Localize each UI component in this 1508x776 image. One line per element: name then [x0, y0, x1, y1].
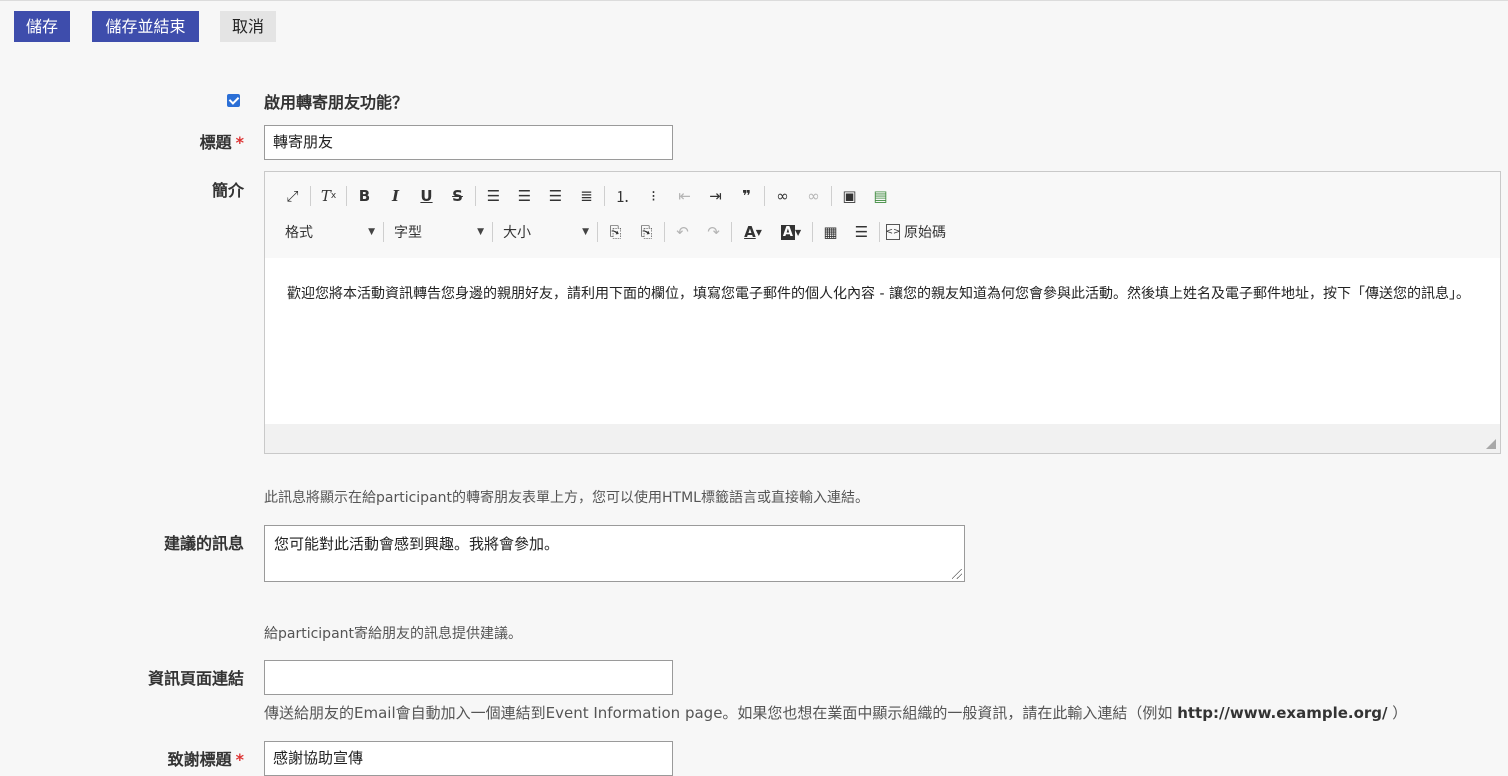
save-and-close-button[interactable]: 儲存並結束: [92, 11, 199, 42]
title-label-text: 標題: [199, 133, 232, 152]
enable-tell-friend-checkbox[interactable]: [227, 94, 240, 107]
editor-content-text[interactable]: 歡迎您將本活動資訊轉告您身邊的親朋好友，請利用下面的欄位，填寫您電子郵件的個人化…: [287, 282, 1482, 306]
paste-word-icon[interactable]: ⎘: [631, 218, 662, 246]
toolbar-separator: [664, 222, 665, 242]
bulleted-list-icon[interactable]: ⁝: [638, 182, 669, 210]
info-link-label: 資訊頁面連結: [147, 669, 244, 688]
outdent-icon[interactable]: ⇤: [669, 182, 700, 210]
suggested-message-textarea[interactable]: 您可能對此活動會感到興趣。我將會參加。: [264, 525, 965, 582]
align-justify-icon[interactable]: ≣: [571, 182, 602, 210]
format-dropdown-label: 格式: [285, 225, 313, 241]
chevron-down-icon: ▼: [477, 227, 484, 237]
size-dropdown-label: 大小: [503, 225, 531, 241]
toolbar-separator: [492, 222, 493, 242]
format-dropdown[interactable]: 格式 ▼: [277, 219, 381, 245]
top-divider: [0, 0, 1508, 1]
suggested-message-help-text: 給participant寄給朋友的訊息提供建議。: [264, 626, 523, 642]
italic-icon[interactable]: I: [380, 182, 411, 210]
undo-icon[interactable]: ↶: [667, 218, 698, 246]
underline-icon[interactable]: U: [411, 182, 442, 210]
required-mark: *: [235, 750, 244, 769]
toolbar-separator: [879, 222, 880, 242]
background-color-icon[interactable]: A ▼: [772, 218, 810, 246]
indent-icon[interactable]: ⇥: [700, 182, 731, 210]
toolbar-separator: [604, 186, 605, 206]
unlink-icon[interactable]: ∞: [798, 182, 829, 210]
suggested-message-value: 您可能對此活動會感到興趣。我將會參加。: [274, 535, 560, 553]
textarea-resize-icon[interactable]: [952, 569, 962, 579]
info-link-input[interactable]: [264, 660, 673, 695]
toolbar-separator: [597, 222, 598, 242]
table-icon[interactable]: ▦: [815, 218, 846, 246]
chevron-down-icon: ▼: [368, 227, 375, 237]
save-button[interactable]: 儲存: [14, 11, 70, 42]
toolbar-separator: [310, 186, 311, 206]
align-right-icon[interactable]: ☰: [540, 182, 571, 210]
editor-toolbar-row-1: ⤢ Tx B I U S ☰ ☰ ☰ ≣ ⒈ ⁝ ⇤ ⇥ ❞ ∞ ∞ ▣ ▤: [277, 182, 896, 210]
toolbar-separator: [346, 186, 347, 206]
resize-handle-icon[interactable]: [1486, 439, 1496, 449]
source-icon: <>: [885, 224, 901, 240]
text-color-icon[interactable]: A ▼: [734, 218, 772, 246]
image-icon[interactable]: ▣: [834, 182, 865, 210]
toolbar-separator: [731, 222, 732, 242]
toolbar-separator: [475, 186, 476, 206]
media-icon[interactable]: ▤: [865, 182, 896, 210]
editor-toolbar: ⤢ Tx B I U S ☰ ☰ ☰ ≣ ⒈ ⁝ ⇤ ⇥ ❞ ∞ ∞ ▣ ▤ 格…: [265, 172, 1500, 259]
editor-status-bar: [265, 424, 1500, 453]
info-link-help-prefix: 傳送給朋友的Email會自動加入一個連結到Event Information p…: [264, 704, 1178, 722]
enable-tell-friend-label: 啟用轉寄朋友功能？: [264, 93, 409, 112]
source-button[interactable]: <> 原始碼: [882, 222, 950, 242]
blockquote-icon[interactable]: ❞: [731, 182, 762, 210]
editor-toolbar-row-2: 格式 ▼ 字型 ▼ 大小 ▼ ⎘ ⎘ ↶ ↷ A ▼ A ▼ ▦ ☰ <> 原始…: [277, 218, 950, 246]
thanks-title-label-text: 致謝標題: [167, 750, 232, 769]
info-link-help-suffix: ）: [1387, 704, 1408, 722]
font-dropdown-label: 字型: [394, 225, 422, 241]
toolbar-separator: [831, 186, 832, 206]
size-dropdown[interactable]: 大小 ▼: [495, 219, 595, 245]
remove-format-icon[interactable]: Tx: [313, 182, 344, 210]
suggested-message-label: 建議的訊息: [163, 534, 244, 553]
intro-help-text: 此訊息將顯示在給participant的轉寄朋友表單上方，您可以使用HTML標籤…: [264, 490, 869, 506]
chevron-down-icon: ▼: [582, 227, 589, 237]
source-button-label: 原始碼: [904, 225, 946, 241]
link-icon[interactable]: ∞: [767, 182, 798, 210]
title-input[interactable]: 轉寄朋友: [264, 125, 673, 160]
horizontal-rule-icon[interactable]: ☰: [846, 218, 877, 246]
font-dropdown[interactable]: 字型 ▼: [386, 219, 490, 245]
strikethrough-icon[interactable]: S: [442, 182, 473, 210]
intro-rich-text-editor[interactable]: ⤢ Tx B I U S ☰ ☰ ☰ ≣ ⒈ ⁝ ⇤ ⇥ ❞ ∞ ∞ ▣ ▤ 格…: [264, 171, 1501, 454]
info-link-help-example: http://www.example.org/: [1177, 704, 1388, 722]
toolbar-separator: [383, 222, 384, 242]
toolbar-separator: [812, 222, 813, 242]
info-link-help-text: 傳送給朋友的Email會自動加入一個連結到Event Information p…: [264, 702, 1407, 723]
thanks-title-input[interactable]: 感謝協助宣傳: [264, 741, 673, 776]
bold-icon[interactable]: B: [349, 182, 380, 210]
cancel-button[interactable]: 取消: [220, 11, 276, 42]
toolbar-separator: [764, 186, 765, 206]
required-mark: *: [235, 133, 244, 152]
align-center-icon[interactable]: ☰: [509, 182, 540, 210]
redo-icon[interactable]: ↷: [698, 218, 729, 246]
editor-content-area[interactable]: 歡迎您將本活動資訊轉告您身邊的親朋好友，請利用下面的欄位，填寫您電子郵件的個人化…: [265, 258, 1500, 425]
numbered-list-icon[interactable]: ⒈: [607, 182, 638, 210]
thanks-title-label: 致謝標題 *: [168, 746, 244, 770]
maximize-icon[interactable]: ⤢: [277, 182, 308, 210]
intro-label: 簡介: [211, 181, 244, 200]
title-label: 標題 *: [200, 129, 244, 153]
align-left-icon[interactable]: ☰: [478, 182, 509, 210]
paste-text-icon[interactable]: ⎘: [600, 218, 631, 246]
